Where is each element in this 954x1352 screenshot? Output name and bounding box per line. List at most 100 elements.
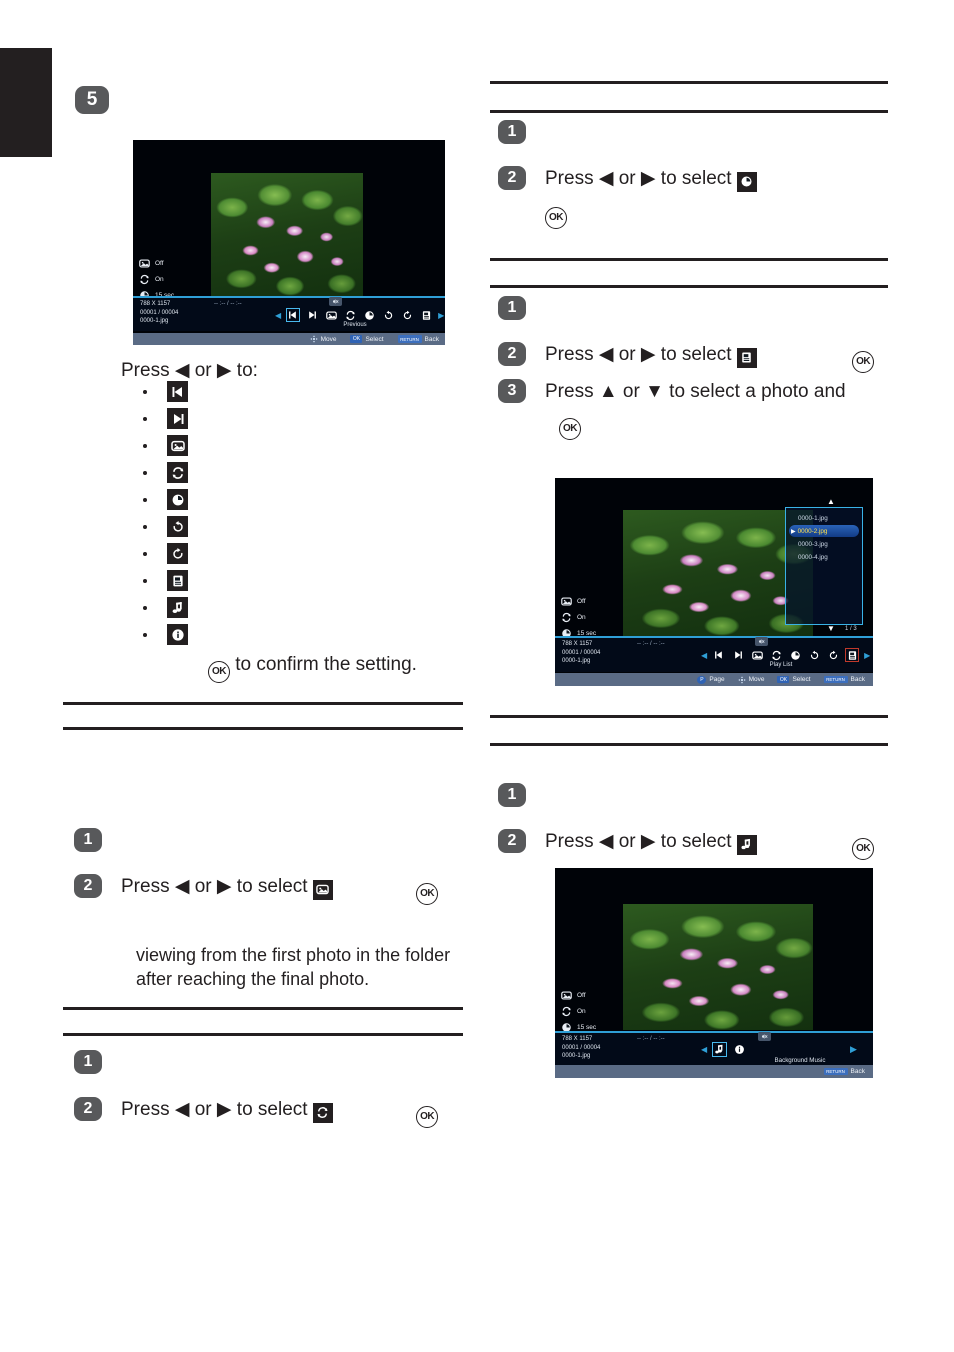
section-rule bbox=[490, 743, 888, 746]
repeat-icon[interactable] bbox=[769, 648, 783, 662]
rotate-right-icon[interactable] bbox=[400, 308, 414, 322]
press-select-text: Press ◀ or ▶ to select bbox=[545, 168, 732, 189]
nav-hint-page: P Page bbox=[697, 675, 725, 684]
screenshot-photo-viewer: Off On 15 sec 788 X 1157 00001 / 00004 0… bbox=[133, 140, 445, 345]
step-badge-2: 2 bbox=[498, 342, 526, 366]
repeat-icon[interactable] bbox=[343, 308, 357, 322]
list-item bbox=[121, 432, 188, 459]
section-rule bbox=[490, 81, 888, 84]
music-toolbar[interactable]: ◀ bbox=[701, 1042, 747, 1057]
list-item bbox=[121, 405, 188, 432]
list-item bbox=[121, 540, 188, 567]
ok-key: OK bbox=[777, 675, 790, 684]
next-icon[interactable] bbox=[731, 648, 745, 662]
bullet-dot bbox=[143, 416, 147, 421]
ok-key: OK bbox=[350, 335, 363, 343]
press-select-text: Press ◀ or ▶ to select bbox=[545, 344, 732, 365]
toolbar-selection-label: Play List bbox=[769, 662, 793, 668]
info-icon[interactable] bbox=[732, 1042, 747, 1057]
playlist-step3-text: Press ▲ or ▼ to select a photo and OK bbox=[545, 379, 890, 440]
prev-page-arrow[interactable]: ◀ bbox=[275, 311, 281, 320]
mute-icon bbox=[755, 637, 768, 646]
playlist-icon[interactable] bbox=[419, 308, 433, 322]
playlist-icon[interactable] bbox=[845, 648, 860, 662]
next-page-arrow[interactable]: ▶ bbox=[850, 1044, 857, 1055]
slideshow-icon bbox=[167, 435, 188, 456]
osd-label: Off bbox=[577, 598, 586, 605]
prev-page-arrow[interactable]: ◀ bbox=[701, 651, 707, 660]
mute-icon bbox=[329, 297, 342, 306]
playlist-toolbar[interactable]: ◀ ▶ bbox=[701, 648, 870, 662]
list-item[interactable]: 0000-3.jpg bbox=[789, 538, 859, 550]
playlist-filename: 0000-1.jpg bbox=[798, 514, 828, 522]
step-badge-2: 2 bbox=[74, 874, 102, 898]
list-item bbox=[121, 486, 188, 513]
playlist-panel[interactable]: 0000-1.jpg ▶ 0000-2.jpg 0000-3.jpg 0000-4… bbox=[785, 507, 863, 625]
osd-row: On bbox=[139, 274, 174, 285]
viewer-toolbar[interactable]: ◀ ▶ bbox=[275, 308, 444, 322]
press-select-text: Press ◀ or ▶ to select bbox=[121, 1099, 308, 1120]
rotate-right-icon[interactable] bbox=[826, 648, 840, 662]
nav-hint-move: Move bbox=[737, 675, 764, 684]
playlist-scroll-down[interactable]: ▼ bbox=[827, 624, 835, 633]
repeat-icon bbox=[561, 612, 572, 623]
photo-resolution: 788 X 1157 bbox=[562, 1036, 593, 1042]
next-page-arrow[interactable]: ▶ bbox=[864, 651, 870, 660]
list-item[interactable]: ▶ 0000-2.jpg bbox=[789, 525, 859, 537]
nav-hint-bar: Move OK Select RETURN Back bbox=[133, 333, 445, 345]
playlist-caret-icon: ▶ bbox=[791, 528, 796, 535]
slideshow-note: viewing from the first photo in the fold… bbox=[136, 943, 466, 992]
list-item[interactable]: 0000-4.jpg bbox=[789, 551, 859, 563]
press-select-text: Press ◀ or ▶ to select bbox=[121, 876, 308, 897]
playlist-filename: 0000-3.jpg bbox=[798, 540, 828, 548]
prev-page-arrow[interactable]: ◀ bbox=[701, 1045, 707, 1054]
osd-label: 15 sec bbox=[577, 1024, 597, 1031]
step-badge-1: 1 bbox=[498, 120, 526, 144]
timecode: -- :-- / -- :-- bbox=[214, 301, 242, 307]
step-badge-2: 2 bbox=[74, 1097, 102, 1121]
bullet-dot bbox=[143, 389, 147, 394]
slideshow-step2-text: Press ◀ or ▶ to select OK bbox=[121, 874, 461, 905]
music-step2-text: Press ◀ or ▶ to select OK bbox=[545, 829, 890, 860]
osd-row: On bbox=[561, 1006, 596, 1017]
info-icon bbox=[167, 624, 188, 645]
previous-icon[interactable] bbox=[712, 648, 726, 662]
timer-icon[interactable] bbox=[788, 648, 802, 662]
bullet-dot bbox=[143, 443, 147, 448]
bullet-dot bbox=[143, 470, 147, 475]
photo-metadata: 788 X 1157 00001 / 00004 0000-1.jpg bbox=[562, 640, 600, 666]
next-icon[interactable] bbox=[305, 308, 319, 322]
rotate-left-icon[interactable] bbox=[381, 308, 395, 322]
playlist-scroll-up[interactable]: ▲ bbox=[827, 497, 835, 506]
timer-icon[interactable] bbox=[362, 308, 376, 322]
osd-label: Off bbox=[155, 260, 164, 267]
osd-row: Off bbox=[561, 596, 596, 607]
step-badge-5: 5 bbox=[75, 86, 109, 114]
nav-label: Back bbox=[850, 1068, 865, 1075]
playlist-filename: 0000-2.jpg bbox=[797, 527, 828, 535]
photo-metadata: 788 X 1157 00001 / 00004 0000-1.jpg bbox=[562, 1035, 600, 1061]
list-item[interactable]: 0000-1.jpg bbox=[789, 512, 859, 524]
nav-label: Move bbox=[320, 335, 337, 343]
list-item bbox=[121, 594, 188, 621]
repeat-icon bbox=[139, 274, 150, 285]
osd-row: Off bbox=[139, 258, 174, 269]
section-rule bbox=[63, 1007, 463, 1010]
ok-button-glyph: OK bbox=[852, 351, 875, 373]
step-badge-1: 1 bbox=[74, 1050, 102, 1074]
repeat-icon bbox=[312, 1102, 333, 1123]
rotate-left-icon[interactable] bbox=[807, 648, 821, 662]
music-icon[interactable] bbox=[712, 1042, 728, 1057]
playlist-step2-text: Press ◀ or ▶ to select OK bbox=[545, 342, 890, 373]
osd-settings-list: Off On 15 sec bbox=[555, 990, 596, 1033]
osd-row: On bbox=[561, 612, 596, 623]
photo-filename: 0000-1.jpg bbox=[140, 318, 169, 325]
next-page-arrow[interactable]: ▶ bbox=[438, 311, 444, 320]
photo-filename: 0000-1.jpg bbox=[562, 658, 591, 665]
slideshow-icon[interactable] bbox=[324, 308, 338, 322]
osd-row: Off bbox=[561, 990, 596, 1001]
previous-icon[interactable] bbox=[286, 308, 301, 322]
page-key: P bbox=[697, 675, 707, 684]
slideshow-icon[interactable] bbox=[750, 648, 764, 662]
rotate-right-icon bbox=[167, 543, 188, 564]
